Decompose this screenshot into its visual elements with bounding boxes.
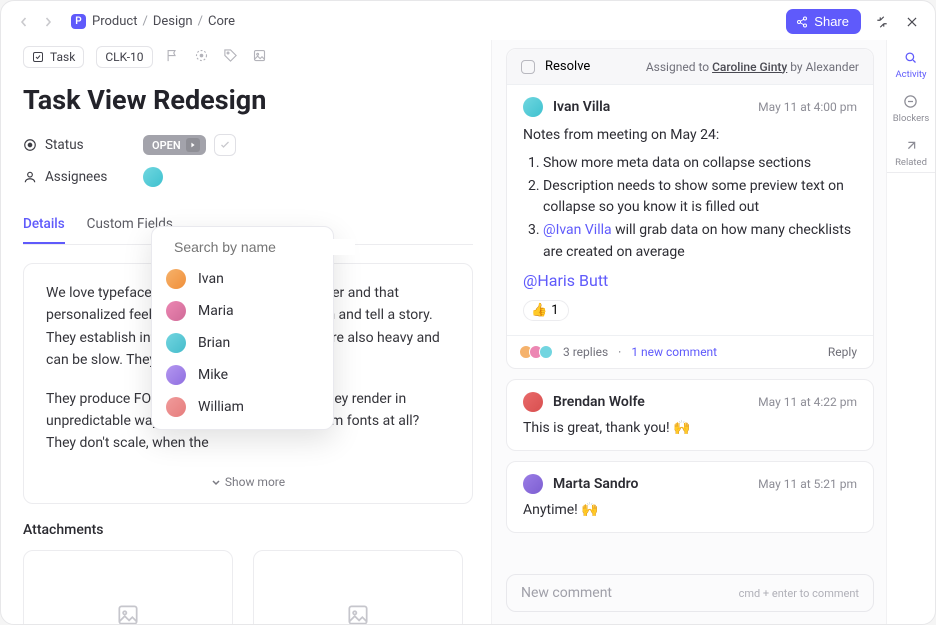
attachment-placeholder[interactable] [253, 550, 463, 624]
mention-link[interactable]: @Ivan Villa [543, 222, 612, 238]
share-button[interactable]: Share [786, 9, 861, 34]
comment-author: Ivan Villa [553, 99, 610, 115]
reply-avatars [523, 345, 553, 359]
comment-text: Notes from meeting on May 24: [523, 127, 857, 143]
comment-list-item: Description needs to show some preview t… [543, 176, 857, 219]
thread-assignment: Assigned to Caroline Ginty by Alexander [646, 60, 859, 74]
reaction-chip[interactable]: 👍1 [523, 300, 569, 321]
assignee-option[interactable]: Ivan [152, 263, 333, 295]
breadcrumb: Product/Design/Core [92, 14, 235, 29]
resolve-label: Resolve [545, 59, 590, 74]
comment-avatar [523, 97, 543, 117]
comment-text: This is great, thank you! 🙌 [523, 420, 857, 436]
replies-count[interactable]: 3 replies [563, 345, 608, 359]
comment-author: Brendan Wolfe [553, 394, 645, 410]
space-badge: P [71, 14, 86, 29]
task-id-chip[interactable]: CLK-10 [96, 46, 152, 68]
reply-button[interactable]: Reply [828, 345, 857, 359]
tab-details[interactable]: Details [23, 210, 65, 244]
new-comment-link[interactable]: 1 new comment [631, 345, 717, 359]
assignee-option[interactable]: Maria [152, 295, 333, 327]
attachment-placeholder[interactable] [23, 550, 233, 624]
status-label: Status [45, 137, 84, 153]
comment-timestamp: May 11 at 4:00 pm [758, 100, 857, 114]
comment-author: Marta Sandro [553, 476, 638, 492]
tag-icon[interactable] [223, 48, 238, 67]
new-comment-hint: cmd + enter to comment [739, 587, 859, 600]
mention-link[interactable]: @Haris Butt [523, 271, 608, 290]
comment-text: Anytime! 🙌 [523, 502, 857, 518]
assignees-icon [23, 170, 37, 184]
assignee-dropdown[interactable]: Ivan Maria Brian Mike William [151, 226, 334, 430]
activity-thread-card: Resolve Assigned to Caroline Ginty by Al… [506, 48, 874, 369]
nav-back[interactable] [15, 13, 33, 31]
page-title[interactable]: Task View Redesign [23, 84, 473, 116]
comment-card: Brendan Wolfe May 11 at 4:22 pm This is … [506, 379, 874, 451]
status-pill[interactable]: OPEN [143, 135, 206, 155]
assignee-avatar[interactable] [143, 167, 163, 187]
comment-timestamp: May 11 at 4:22 pm [758, 395, 857, 409]
status-icon [23, 138, 37, 152]
close-icon[interactable] [903, 13, 921, 31]
collapse-icon[interactable] [873, 13, 891, 31]
comment-avatar [523, 392, 543, 412]
task-type-chip[interactable]: Task [23, 46, 84, 68]
rail-related[interactable]: Related [895, 138, 927, 168]
show-more-button[interactable]: Show more [46, 471, 450, 493]
comment-list-item: Show more meta data on collapse sections [543, 153, 857, 175]
assignee-option[interactable]: William [152, 391, 333, 423]
new-comment-placeholder: New comment [521, 585, 612, 601]
attachments-header: Attachments [23, 522, 473, 538]
crumb-design[interactable]: Design [153, 14, 193, 29]
assignee-search-input[interactable] [174, 239, 355, 255]
new-comment-input[interactable]: New comment cmd + enter to comment [506, 574, 874, 612]
rail-activity[interactable]: Activity [895, 50, 926, 80]
assignee-option[interactable]: Mike [152, 359, 333, 391]
resolve-checkbox[interactable] [521, 60, 535, 74]
rail-blockers[interactable]: Blockers [893, 94, 930, 124]
comment-list-item: @Ivan Villa will grab data on how many c… [543, 220, 857, 263]
assignee-option[interactable]: Brian [152, 327, 333, 359]
nav-forward[interactable] [39, 13, 57, 31]
sprint-icon[interactable] [194, 48, 209, 67]
comment-card: Marta Sandro May 11 at 5:21 pm Anytime! … [506, 461, 874, 533]
comment-timestamp: May 11 at 5:21 pm [758, 477, 857, 491]
crumb-core[interactable]: Core [208, 14, 235, 29]
flag-icon[interactable] [165, 48, 180, 67]
image-icon[interactable] [252, 48, 267, 67]
comment-avatar [523, 474, 543, 494]
share-label: Share [814, 14, 849, 29]
task-type-label: Task [50, 50, 75, 64]
assignees-label: Assignees [45, 169, 107, 185]
complete-checkbox[interactable] [214, 134, 236, 156]
crumb-product[interactable]: Product [92, 14, 137, 29]
status-value: OPEN [152, 139, 181, 152]
